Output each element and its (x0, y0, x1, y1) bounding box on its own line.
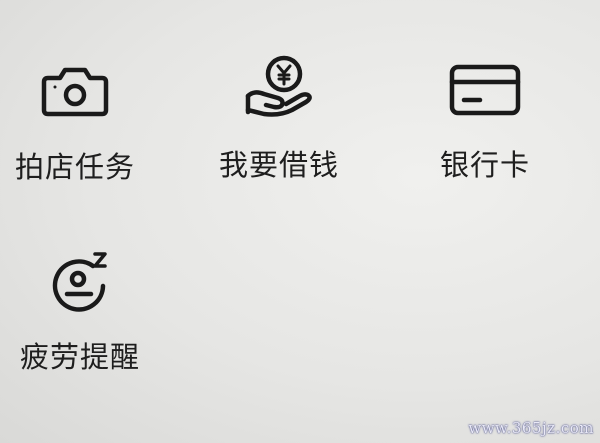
yuan-coin-hand-icon (234, 50, 324, 130)
camera-icon (30, 52, 120, 132)
menu-item-label: 银行卡 (439, 148, 530, 182)
menu-grid: 拍店任务 我要借钱 银行卡 疲劳提醒 (0, 0, 600, 443)
watermark: www.365jz.com (468, 419, 594, 437)
menu-item-label: 拍店任务 (14, 150, 135, 184)
menu-item-label: 疲劳提醒 (19, 340, 140, 374)
bank-card-icon (440, 50, 530, 130)
menu-item-borrow-money[interactable]: 我要借钱 (199, 50, 359, 200)
menu-item-label: 我要借钱 (218, 148, 339, 182)
menu-item-shop-task[interactable]: 拍店任务 (0, 52, 155, 202)
menu-item-fatigue-reminder[interactable]: 疲劳提醒 (0, 242, 160, 392)
menu-item-bank-card[interactable]: 银行卡 (405, 50, 565, 200)
fatigue-sleep-icon (35, 242, 125, 322)
